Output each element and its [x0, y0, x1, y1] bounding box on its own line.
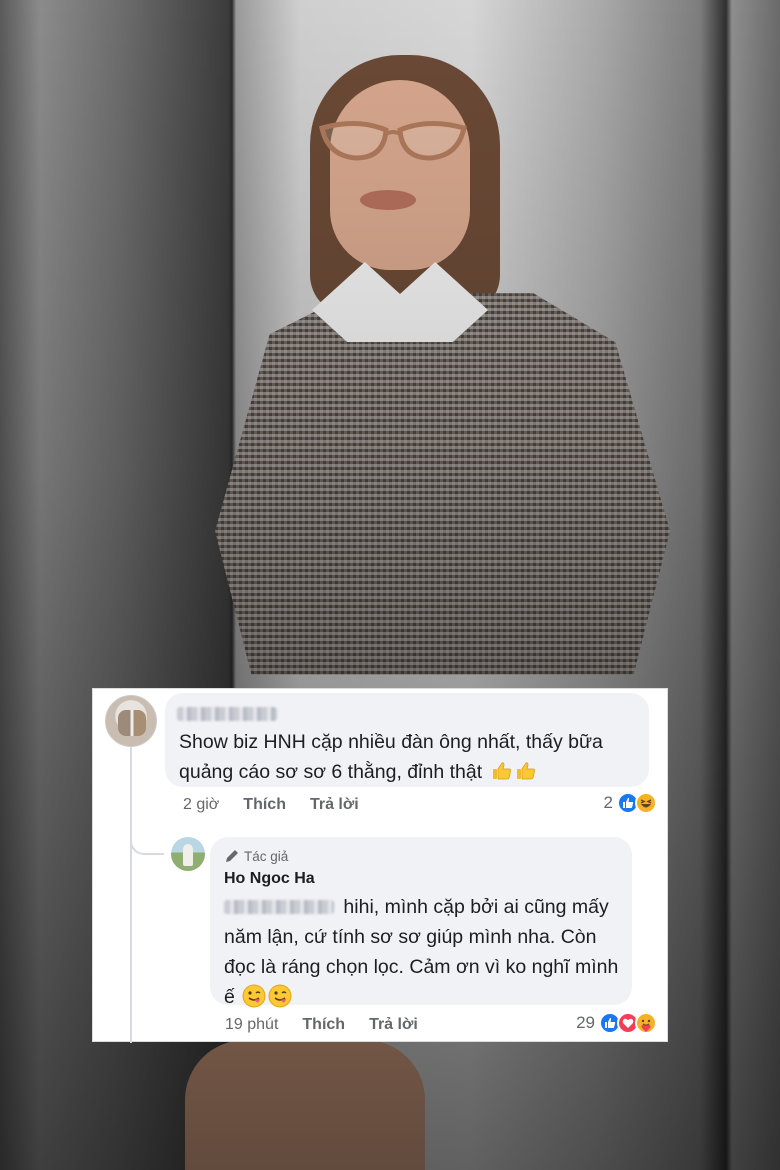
author-avatar[interactable] [171, 837, 205, 871]
photo-legs [185, 1040, 425, 1170]
photo-face [330, 80, 470, 270]
author-name[interactable]: Ho Ngoc Ha [224, 870, 315, 888]
comment-reactions[interactable]: 2 [604, 792, 657, 814]
reaction-count: 2 [603, 793, 613, 812]
photo-collar [312, 262, 488, 342]
comment-time[interactable]: 2 giờ [183, 796, 219, 814]
commenter-avatar[interactable] [105, 695, 157, 747]
photo-glasses [319, 120, 467, 161]
reply-bubble: Tác giả Ho Ngoc Ha hihi, mình cặp bởi ai… [210, 837, 632, 1008]
reply-button[interactable]: Trả lời [369, 1016, 418, 1034]
comment-text: Show biz HNH cặp nhiều đàn ông nhất, thấ… [179, 731, 603, 783]
comment-bubble: Show biz HNH cặp nhiều đàn ông nhất, thấ… [165, 693, 649, 787]
reply-text: hihi, mình cặp bởi ai cũng mấy năm lận, … [224, 896, 619, 1008]
blurred-mention[interactable] [224, 900, 334, 914]
photo-dress [215, 293, 670, 675]
photo-lips [360, 190, 416, 210]
thumbs-up-icon [516, 762, 535, 780]
pencil-icon [226, 850, 238, 862]
winking-tongue-face-icon [242, 984, 266, 1008]
author-badge: Tác giả [224, 847, 288, 865]
care-icon [635, 1012, 657, 1034]
comment-card: Show biz HNH cặp nhiều đàn ông nhất, thấ… [92, 688, 668, 1043]
reply-reactions[interactable]: 29 [576, 1012, 657, 1034]
like-button[interactable]: Thích [243, 796, 286, 814]
reaction-count: 29 [576, 1013, 595, 1032]
reply-time[interactable]: 19 phút [225, 1016, 278, 1034]
thumbs-up-icon [492, 762, 511, 780]
winking-tongue-face-icon [268, 984, 292, 1008]
author-badge-label: Tác giả [244, 848, 289, 864]
reply-button[interactable]: Trả lời [310, 796, 359, 814]
thread-connector [130, 829, 164, 855]
like-button[interactable]: Thích [302, 1016, 345, 1034]
comment-meta: 2 giờ Thích Trả lời [183, 796, 359, 814]
thread-line [130, 747, 132, 1043]
photo-hair [310, 55, 500, 315]
blurred-commenter-name [177, 707, 277, 721]
reply-meta: 19 phút Thích Trả lời [225, 1016, 418, 1034]
haha-icon [635, 792, 657, 814]
